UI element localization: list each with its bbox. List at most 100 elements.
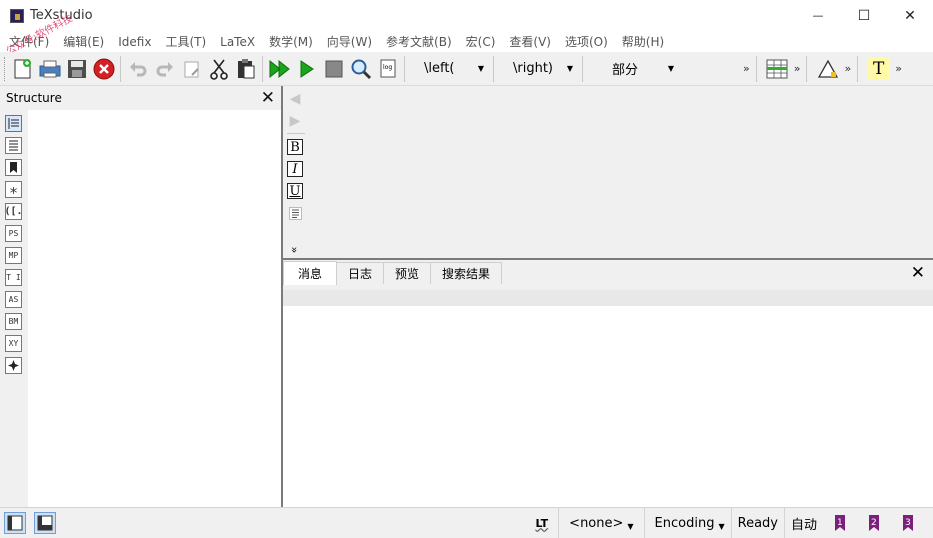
redo-button[interactable] [151,55,178,83]
encoding-selector[interactable]: Encoding ▼ [643,508,731,538]
bookmark-1-button[interactable]: 1 [831,514,849,532]
underline-button[interactable]: U [287,183,303,199]
structure-sidebar: ∗ ([. PS MP T I AS BM XY [0,110,28,507]
toolbar-separator [493,55,494,82]
document-list-icon[interactable] [5,137,22,154]
toggle-messages-button[interactable] [34,512,56,534]
brackets-icon[interactable]: ([. [4,203,23,220]
messages-tabs: 消息 日志 预览 搜索结果 [283,261,503,285]
menu-wizards[interactable]: 向导(W) [320,33,379,50]
menu-macros[interactable]: 宏(C) [459,33,503,50]
structure-view-icon[interactable] [5,115,22,132]
structure-title: Structure [6,91,62,105]
tikz-icon[interactable]: T I [5,269,22,286]
status-auto[interactable]: 自动 [783,508,823,538]
table-button[interactable] [764,55,791,83]
log-button[interactable]: log [374,55,401,83]
bookmark-2-button[interactable]: 2 [865,514,883,532]
menu-idefix[interactable]: Idefix [111,35,158,49]
stop-button[interactable] [320,55,347,83]
messages-body[interactable] [283,306,933,507]
tab-log[interactable]: 日志 [336,262,385,284]
warning-button[interactable] [814,55,841,83]
messages-header-strip [283,290,933,306]
paste-button[interactable] [232,55,259,83]
structure-close-button[interactable]: ✕ [261,89,275,107]
status-auto-label: 自动 [790,517,817,533]
close-file-button[interactable] [90,55,117,83]
menu-latex[interactable]: LaTeX [213,35,262,49]
save-button[interactable] [63,55,90,83]
italic-button[interactable]: I [287,161,303,177]
tab-messages[interactable]: 消息 [283,261,338,285]
bookmark-3-button[interactable]: 3 [899,514,917,532]
status-ready: Ready [730,508,784,538]
menu-edit[interactable]: 编辑(E) [56,33,111,50]
pstricks-icon[interactable]: PS [5,225,22,242]
messages-close-button[interactable]: ✕ [911,263,925,283]
minimize-button[interactable]: — [795,0,841,31]
section-combo[interactable]: 部分 ▼ [594,58,680,80]
text-highlight-button[interactable]: T [865,55,892,83]
structure-tree[interactable] [28,110,281,507]
left-delimiter-combo[interactable]: \left( ▼ [412,58,490,80]
toggle-structure-button[interactable] [4,512,26,534]
menu-tools[interactable]: 工具(T) [158,33,213,50]
undo-icon [129,61,146,76]
new-file-button[interactable] [9,55,36,83]
toolbar-overflow-button[interactable]: » [892,62,905,75]
tab-preview[interactable]: 预览 [383,262,432,284]
maximize-button[interactable]: ☐ [841,0,887,31]
compile-button[interactable] [293,55,320,83]
toolbar-overflow-button[interactable]: » [740,62,753,75]
section-value: 部分 [612,63,639,78]
editor-area[interactable]: ◀ ▶ B I U » [283,86,933,258]
bookmark-3-icon: 3 [903,515,913,531]
toolbar-separator [404,55,405,82]
menu-help[interactable]: 帮助(H) [615,33,671,50]
metapost-icon[interactable]: MP [5,247,22,264]
play-icon [300,59,314,78]
toolbar-grip[interactable] [4,56,7,81]
forward-arrow-icon[interactable]: ▶ [287,113,303,129]
format-separator [287,133,305,134]
copy-button[interactable] [178,55,205,83]
bold-button[interactable]: B [287,139,303,155]
symbols-asterisk-icon[interactable]: ∗ [5,181,22,199]
expand-toolbar-icon[interactable]: » [287,242,303,258]
toolbar-overflow-button[interactable]: » [791,62,804,75]
menu-file[interactable]: 文件(F) [0,33,56,50]
special-symbols-icon[interactable] [5,357,22,374]
paragraph-icon[interactable] [287,205,303,221]
view-button[interactable] [347,55,374,83]
bookmark-icon[interactable] [5,159,22,176]
chevron-down-icon: ▼ [667,64,674,73]
menu-options[interactable]: 选项(O) [558,33,615,50]
panel-bottom-icon [37,515,53,531]
menu-bibliography[interactable]: 参考文献(B) [379,33,459,50]
toolbar-overflow-button[interactable]: » [841,62,854,75]
tab-search-results[interactable]: 搜索结果 [430,262,503,284]
build-view-button[interactable] [266,55,293,83]
close-window-button[interactable]: ✕ [887,0,933,31]
undo-button[interactable] [124,55,151,83]
double-play-icon [269,59,290,78]
bookmark-3-number: 3 [905,518,911,528]
cut-button[interactable] [205,55,232,83]
beamer-icon[interactable]: BM [5,313,22,330]
status-ready-label: Ready [737,515,778,531]
right-delimiter-combo[interactable]: \right) ▼ [497,58,579,80]
xymatrix-icon[interactable]: XY [5,335,22,352]
asymptote-icon[interactable]: AS [5,291,22,308]
back-arrow-icon[interactable]: ◀ [287,91,303,107]
title-bar: TeXstudio — ☐ ✕ [0,0,933,31]
languagetool-indicator[interactable]: LT [525,508,558,538]
language-value: <none> [569,515,624,531]
open-file-button[interactable] [36,55,63,83]
new-file-icon [14,58,31,78]
window-title: TeXstudio [30,8,93,23]
menu-math[interactable]: 数学(M) [262,33,320,50]
language-selector[interactable]: <none> ▼ [558,508,643,538]
menu-view[interactable]: 查看(V) [502,33,558,50]
menu-bar: 文件(F) 编辑(E) Idefix 工具(T) LaTeX 数学(M) 向导(… [0,31,933,52]
